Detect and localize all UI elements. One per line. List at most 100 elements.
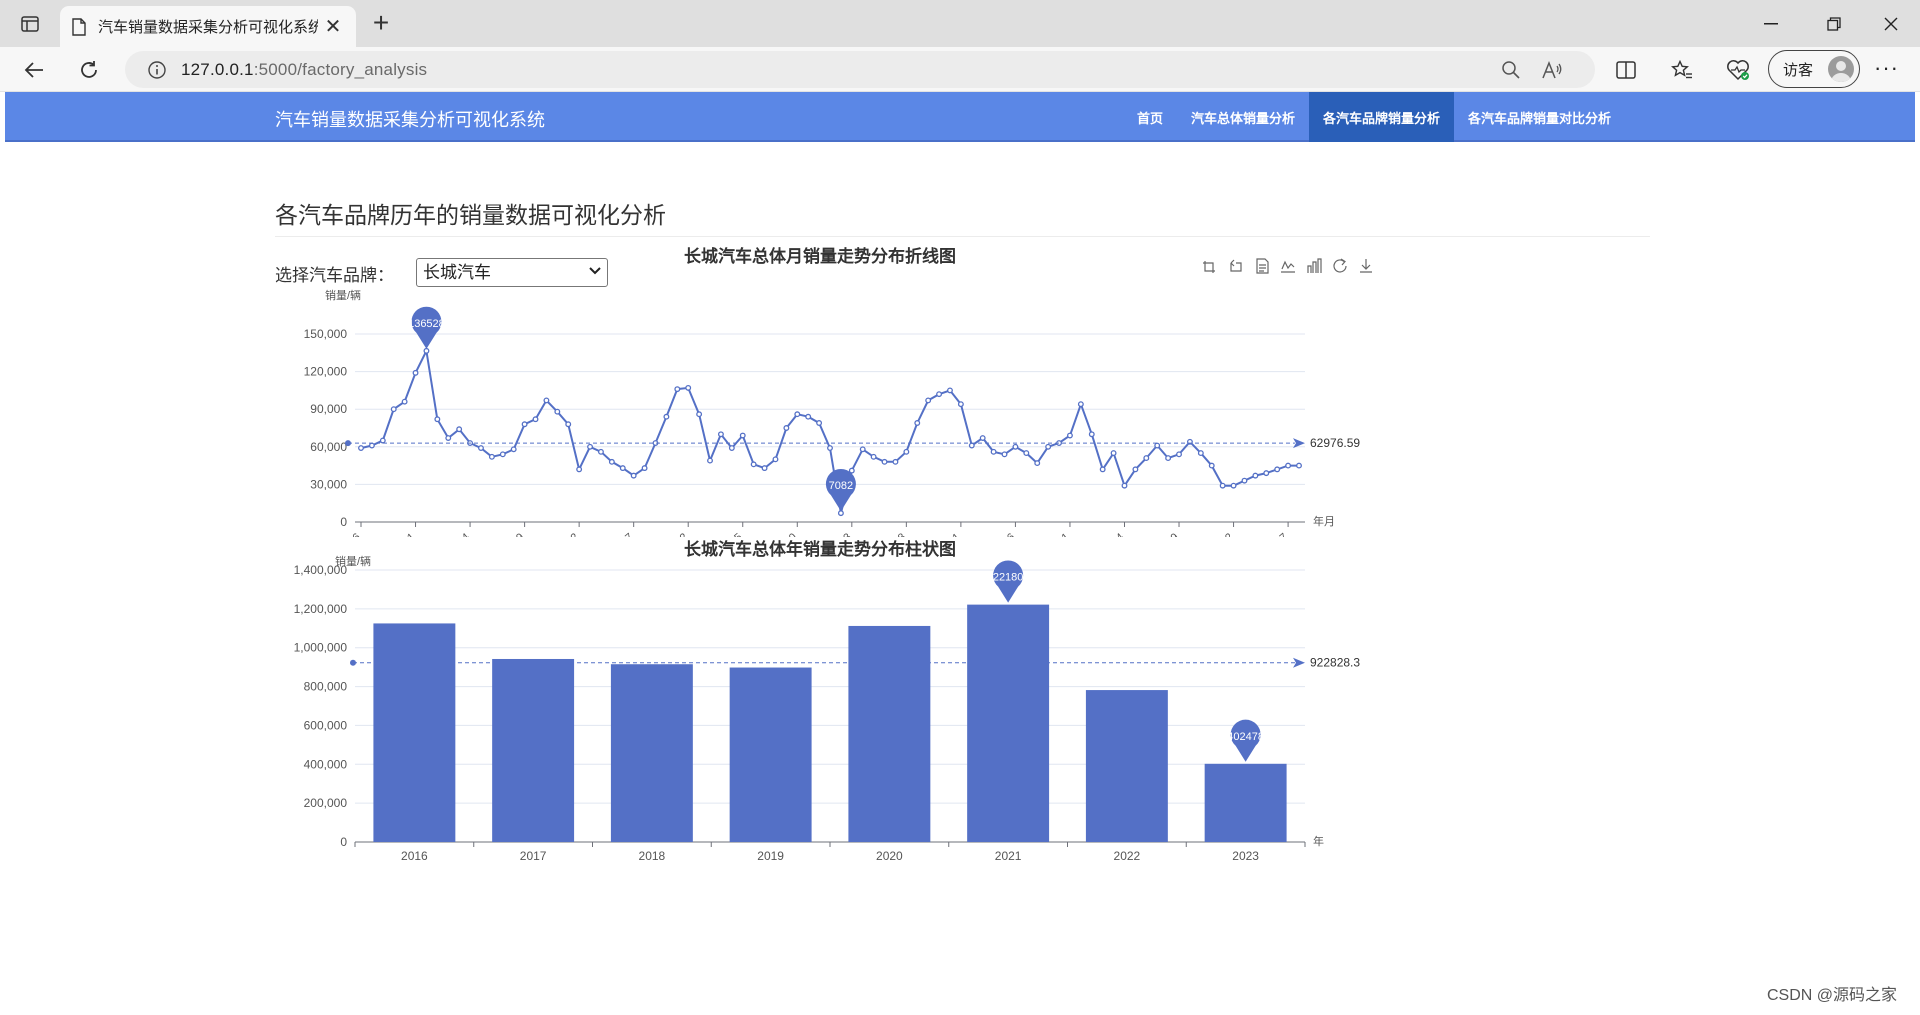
data-point (1154, 442, 1161, 449)
data-point (903, 448, 910, 455)
back-button[interactable] (17, 53, 51, 87)
average-markline: 62976.59 (345, 436, 1360, 450)
profile-label: 访客 (1783, 61, 1814, 79)
y-tick-label: 90,000 (310, 402, 347, 416)
average-markline-start (350, 659, 356, 666)
y-tick-label: 1,200,000 (294, 602, 348, 616)
browser-essentials-icon[interactable] (1724, 57, 1752, 83)
data-point (914, 420, 921, 426)
x-tick-label: 2016 (401, 849, 428, 863)
data-point (554, 408, 561, 415)
find-in-page-icon[interactable] (1500, 59, 1522, 81)
data-point (805, 413, 812, 420)
favorites-icon[interactable] (1668, 57, 1696, 83)
profile-button[interactable]: 访客 (1768, 50, 1860, 88)
data-point (1197, 450, 1204, 457)
data-point (892, 458, 899, 465)
line-type-icon[interactable] (1281, 260, 1295, 273)
max-markpoint-label: 1221808 (987, 572, 1030, 584)
reload-icon (81, 61, 97, 78)
data-point (1143, 455, 1150, 462)
app-brand[interactable]: 汽车销量数据采集分析可视化系统 (275, 106, 545, 132)
data-point (685, 384, 692, 391)
data-point (837, 510, 844, 517)
restore-window-icon (1826, 16, 1841, 31)
nav-brand-comparison[interactable]: 各汽车品牌销量对比分析 (1454, 92, 1625, 142)
data-point (1165, 455, 1172, 462)
more-menu-icon[interactable]: ··· (1874, 55, 1899, 81)
average-markline-label: 922828.3 (1310, 656, 1360, 670)
data-point (608, 458, 615, 465)
url-host: 127.0.0.1 (181, 59, 254, 79)
zoom-reset-icon-glyph (1230, 259, 1242, 272)
site-info-icon[interactable] (147, 60, 167, 80)
data-point (1132, 466, 1139, 473)
chart-title: 长城汽车总体月销量走势分布折线图 (684, 246, 956, 266)
web-page: 汽车销量数据采集分析可视化系统 首页 汽车总体销量分析 各汽车品牌销量分析 各汽… (5, 92, 1915, 1015)
close-window-button[interactable] (1863, 0, 1918, 47)
data-point (761, 465, 768, 472)
data-point (1252, 472, 1259, 479)
nav-menu: 首页 汽车总体销量分析 各汽车品牌销量分析 各汽车品牌销量对比分析 (1123, 92, 1625, 142)
read-aloud-icon[interactable] (1541, 59, 1563, 81)
data-point (1088, 431, 1095, 438)
page-icon (72, 17, 86, 36)
bar-type-icon-glyph (1307, 258, 1322, 273)
data-point (663, 413, 670, 420)
data-point (947, 387, 953, 394)
data-point (434, 416, 441, 423)
restore-icon[interactable] (1333, 258, 1347, 273)
new-tab-button[interactable]: + (364, 8, 398, 40)
data-point (870, 453, 877, 460)
data-point (859, 446, 866, 453)
data-point (1121, 482, 1128, 489)
data-point (827, 445, 833, 452)
restore-window-button[interactable] (1806, 0, 1861, 47)
bar (848, 625, 931, 842)
zoom-icon-glyph (1203, 261, 1215, 273)
browser-tab-bar: 汽车销量数据采集分析可视化系统 ✕ + (0, 0, 1920, 47)
data-point (717, 431, 724, 438)
data-point (478, 445, 484, 452)
average-markline-start (345, 440, 351, 447)
data-point (1012, 443, 1019, 450)
data-point (794, 411, 801, 418)
url-field[interactable]: 127.0.0.1:5000/factory_analysis (125, 51, 1595, 88)
data-point (1208, 462, 1215, 469)
data-point (696, 411, 703, 418)
nav-home[interactable]: 首页 (1123, 92, 1177, 142)
data-point (379, 437, 386, 444)
data-point (968, 442, 975, 449)
data-point (412, 369, 419, 376)
bar-type-icon[interactable] (1307, 258, 1322, 273)
nav-brand-sales[interactable]: 各汽车品牌销量分析 (1309, 92, 1455, 142)
nav-overall-sales[interactable]: 汽车总体销量分析 (1177, 92, 1309, 142)
browser-tab-active[interactable]: 汽车销量数据采集分析可视化系统 ✕ (60, 6, 356, 47)
app-navbar: 汽车销量数据采集分析可视化系统 首页 汽车总体销量分析 各汽车品牌销量分析 各汽… (5, 92, 1915, 142)
y-tick-label: 400,000 (304, 757, 348, 771)
y-tick-label: 200,000 (304, 796, 348, 810)
data-point (587, 443, 593, 450)
x-tick-label: 2019 (757, 849, 784, 863)
tab-close-icon[interactable]: ✕ (322, 14, 344, 39)
tab-actions-button[interactable] (12, 10, 48, 38)
y-tick-label: 150,000 (304, 327, 348, 341)
split-screen-icon[interactable] (1612, 57, 1640, 83)
data-point (936, 391, 943, 398)
watermark: CSDN @源码之家 (1766, 987, 1897, 1004)
x-tick-label: 2023 (1232, 849, 1259, 863)
y-tick-label: 1,400,000 (294, 563, 348, 577)
save-image-icon[interactable] (1360, 259, 1372, 273)
heading-divider (275, 236, 1650, 237)
data-view-icon[interactable] (1256, 258, 1269, 274)
data-point (1067, 432, 1073, 439)
minimize-icon (1763, 22, 1778, 24)
save-image-icon-glyph (1360, 259, 1372, 273)
zoom-reset-icon[interactable] (1230, 259, 1242, 272)
zoom-icon[interactable] (1203, 261, 1215, 273)
minimize-button[interactable] (1743, 0, 1798, 47)
data-point (499, 451, 506, 458)
data-point (1099, 466, 1106, 473)
data-point (1219, 482, 1226, 489)
reload-button[interactable] (72, 53, 106, 87)
